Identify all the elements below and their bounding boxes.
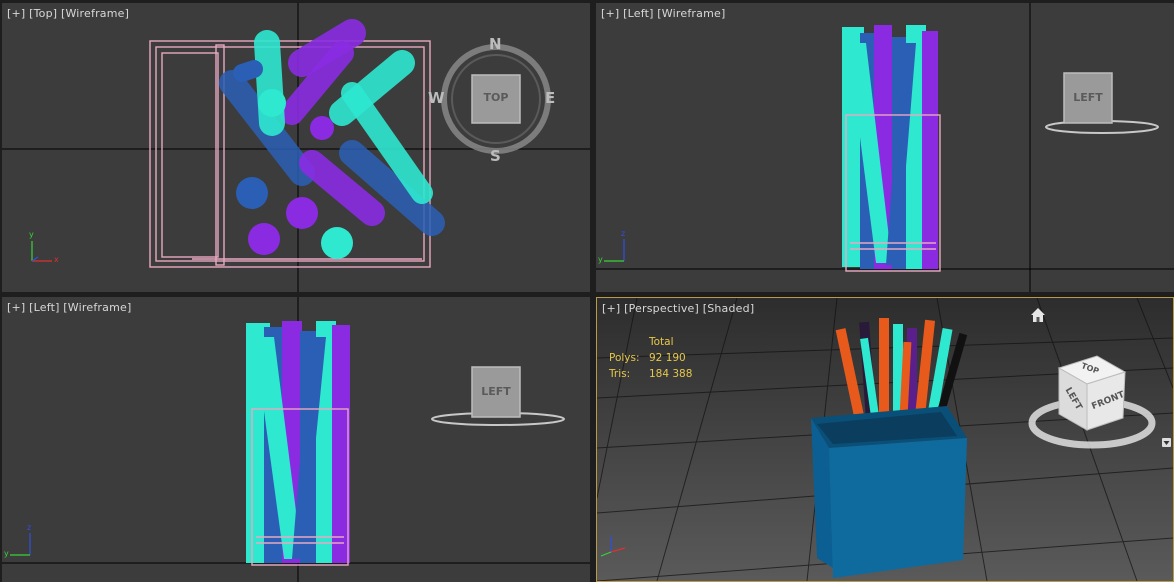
compass-s-label: S [490,147,501,165]
viewport-view-menu[interactable]: [Left] [29,301,59,314]
axis-label-y: y [29,230,34,239]
viewport-label-top[interactable]: [+] [Top] [Wireframe] [7,7,129,20]
navcube-left-face[interactable]: LEFT [472,385,520,398]
tris-value: 184 388 [649,368,693,380]
viewport-view-menu[interactable]: [Left] [623,7,653,20]
viewport-shading-menu[interactable]: [Wireframe] [657,7,725,20]
viewport-left-upper[interactable]: [+] [Left] [Wireframe] LEFT z y [596,3,1174,292]
pens-wireframe-top [219,19,445,259]
viewport-menu-button[interactable]: [+] [7,301,25,314]
pens-wireframe-left-lower [246,321,350,563]
navcube-left-face[interactable]: LEFT [1064,91,1112,104]
pens-wireframe-left-upper [842,25,938,269]
stats-header: Total [649,336,674,348]
left-viewport-lower-canvas [2,297,590,582]
compass-n-label: N [489,35,502,53]
axis-gizmo-top [31,241,52,262]
axis-gizmo-perspective [600,536,626,557]
compass-e-label: E [545,89,556,107]
viewport-shading-menu[interactable]: [Wireframe] [63,301,131,314]
viewport-label-perspective[interactable]: [+] [Perspective] [Shaded] [602,302,754,315]
pencil-cup-shaded [811,406,967,578]
polys-label: Polys: [609,352,640,364]
viewport-label-left-upper[interactable]: [+] [Left] [Wireframe] [601,7,725,20]
axis-label-x: x [54,255,59,264]
viewport-menu-button[interactable]: [+] [602,302,620,315]
tris-label: Tris: [609,368,631,380]
axis-label-y: y [4,549,9,558]
polys-value: 92 190 [649,352,686,364]
axis-label-z: z [621,229,626,238]
viewport-shading-menu[interactable]: [Shaded] [703,302,755,315]
viewport-perspective[interactable]: [+] [Perspective] [Shaded] Total Polys: 9… [596,297,1174,582]
axis-label-z: z [27,523,32,532]
stats-overlay: Total Polys: 92 190 Tris: 184 388 [609,334,729,382]
chevron-down-icon[interactable] [1162,438,1171,447]
viewport-shading-menu[interactable]: [Wireframe] [61,7,129,20]
viewport-top[interactable]: [+] [Top] [Wireframe] N S W E TOP y x [2,3,590,292]
axis-label-y: y [598,255,603,264]
compass-w-label: W [428,89,445,107]
viewport-left-lower[interactable]: [+] [Left] [Wireframe] LEFT z y [2,297,590,582]
axis-gizmo-left-upper [604,239,625,262]
top-viewport-canvas [2,3,590,292]
home-icon[interactable] [1030,307,1046,323]
viewport-view-menu[interactable]: [Top] [29,7,57,20]
axis-gizmo-left-lower [10,533,31,556]
viewport-menu-button[interactable]: [+] [7,7,25,20]
navcube-top-face[interactable]: TOP [472,91,520,104]
viewport-menu-button[interactable]: [+] [601,7,619,20]
viewport-label-left-lower[interactable]: [+] [Left] [Wireframe] [7,301,131,314]
viewport-view-menu[interactable]: [Perspective] [624,302,699,315]
left-viewport-upper-canvas [596,3,1174,292]
